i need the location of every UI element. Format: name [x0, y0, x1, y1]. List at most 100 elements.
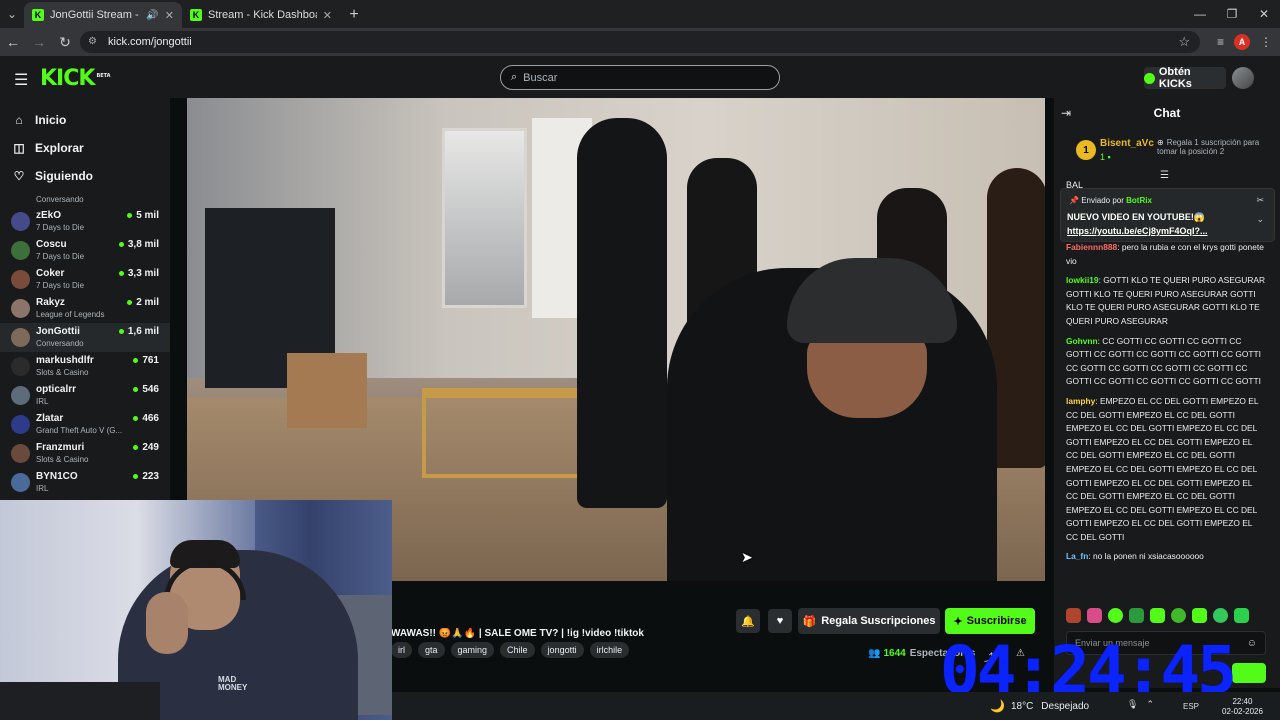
gift-note-text: Regala 1 suscripción para tomar la posic… [1157, 138, 1260, 156]
emote-icon[interactable] [1213, 608, 1228, 623]
chat-username[interactable]: lowkii19 [1066, 275, 1099, 285]
media-control-icon[interactable]: ≡ [1217, 35, 1224, 49]
chat-title: Chat [1153, 106, 1181, 120]
kick-logo[interactable]: KICK BETA [40, 66, 111, 91]
channel-viewers: 1,6 mil [119, 326, 159, 337]
viewers-icon: 👥 [868, 648, 881, 659]
clock-date: 02-02-2026 [1222, 707, 1263, 716]
channel-viewers: 249 [133, 442, 159, 453]
profile-avatar[interactable]: A [1234, 34, 1250, 50]
channel-item[interactable]: zEkO 7 Days to Die 5 mil [0, 207, 170, 236]
minimize-icon[interactable]: — [1184, 0, 1216, 28]
chat-username[interactable]: Gohvnn [1066, 336, 1098, 346]
channel-item[interactable]: BYN1CO IRL 223 [0, 468, 170, 497]
tab-title: Stream - Kick Dashboard [208, 9, 317, 21]
sidebar-item-siguiendo[interactable]: ♡ Siguiendo [0, 163, 170, 189]
emote-icon[interactable] [1150, 608, 1165, 623]
follow-heart-icon[interactable]: ♥ [768, 609, 792, 633]
emote-icon[interactable] [1234, 608, 1249, 623]
channel-item[interactable]: Coker 7 Days to Die 3,3 mil [0, 265, 170, 294]
stream-tag[interactable]: Chile [500, 642, 535, 658]
stream-tag[interactable]: gta [418, 642, 445, 658]
stream-tag[interactable]: gaming [450, 642, 495, 658]
channel-avatar [11, 386, 30, 405]
sidebar-item-explorar[interactable]: ◫ Explorar [0, 135, 170, 161]
chevron-up-icon[interactable]: ⌃ [1146, 699, 1154, 710]
viewer-number: 1644 [883, 648, 906, 659]
language-indicator[interactable]: ESP [1183, 702, 1199, 711]
unpin-icon[interactable]: ✂ [1256, 195, 1264, 206]
emote-icon[interactable] [1192, 608, 1207, 623]
stream-tag[interactable]: irl [391, 642, 412, 658]
channel-item[interactable]: markushdlfr Slots & Casino 761 [0, 352, 170, 381]
video-frame-box [287, 353, 367, 428]
stream-tag[interactable]: irlchile [589, 642, 630, 658]
channel-item-partial[interactable]: Conversando [0, 195, 170, 207]
forward-icon[interactable]: → [26, 28, 52, 56]
expand-leaderboard-icon[interactable]: ☰ [1160, 170, 1169, 181]
menu-icon[interactable]: ☰ [14, 70, 28, 90]
address-bar[interactable]: ⚙ kick.com/jongottii ☆ [80, 31, 1200, 53]
back-icon[interactable]: ← [0, 28, 26, 56]
pinned-link[interactable]: https://youtu.be/eCj8ymF4OqI?... [1067, 226, 1208, 236]
leaderboard-name[interactable]: Bisent_aVc [1100, 138, 1154, 149]
close-tab-icon[interactable]: ✕ [323, 9, 332, 22]
tab-dashboard[interactable]: K Stream - Kick Dashboard ✕ [182, 2, 340, 28]
gift-subs-button[interactable]: 🎁 Regala Suscripciones [798, 608, 940, 634]
pinned-by-prefix: Enviado por [1081, 196, 1124, 205]
close-window-icon[interactable]: ✕ [1248, 0, 1280, 28]
new-tab-button[interactable]: + [340, 2, 368, 28]
search-input[interactable]: ⌕ Buscar [500, 65, 780, 90]
browser-menu-icon[interactable]: ⋮ [1260, 35, 1272, 49]
chat-username[interactable]: lamphy [1066, 396, 1095, 406]
temperature: 18°C [1010, 700, 1034, 712]
system-tray: 🎙 ⌃ [1127, 699, 1154, 710]
sidebar-item-inicio[interactable]: ⌂ Inicio [0, 107, 170, 133]
channel-avatar [11, 241, 30, 260]
chevron-down-icon[interactable]: ⌄ [1256, 214, 1264, 225]
chat-username[interactable]: Fabiennn888 [1066, 242, 1117, 252]
send-chat-button[interactable] [1232, 663, 1266, 683]
channel-viewers: 761 [133, 355, 159, 366]
channel-item[interactable]: Rakyz League of Legends 2 mil [0, 294, 170, 323]
channel-item[interactable]: Coscu 7 Days to Die 3,8 mil [0, 236, 170, 265]
channel-avatar [11, 299, 30, 318]
emote-icon[interactable] [1108, 608, 1123, 623]
browser-tabbar: ⌄ K JonGottii Stream - Watch L 🔊 ✕ K Str… [0, 0, 1280, 28]
system-clock[interactable]: 22:40 02-02-2026 [1222, 697, 1263, 717]
channel-item[interactable]: Franzmuri Slots & Casino 249 [0, 439, 170, 468]
get-kicks-button[interactable]: Obtén KICKs [1144, 66, 1226, 90]
restore-icon[interactable]: ❐ [1216, 0, 1248, 28]
channel-item[interactable]: opticalrr IRL 546 [0, 381, 170, 410]
speaker-icon[interactable]: 🔊 [146, 10, 158, 21]
user-avatar[interactable] [1232, 67, 1254, 89]
os-taskbar: 🌙 18°C Despejado 🎙 ⌃ ESP 22:40 02-02-2026 [392, 692, 1280, 720]
emote-icon[interactable] [1171, 608, 1186, 623]
site-info-icon[interactable]: ⚙ [88, 36, 100, 48]
emote-icon[interactable] [1087, 608, 1102, 623]
emoji-icon[interactable]: ☺ [1247, 638, 1257, 649]
tab-search-icon[interactable]: ⌄ [0, 0, 24, 28]
chat-username[interactable]: La_fn [1066, 551, 1088, 561]
reload-icon[interactable]: ↻ [52, 28, 78, 56]
channel-avatar [11, 357, 30, 376]
subscribe-button[interactable]: ✦ Suscribirse [945, 608, 1035, 634]
channel-item[interactable]: JonGottii Conversando 1,6 mil [0, 323, 170, 352]
channel-item[interactable]: Zlatar Grand Theft Auto V (G... 466 [0, 410, 170, 439]
kicks-label: Obtén KICKs [1158, 66, 1192, 90]
bookmark-star-icon[interactable]: ☆ [1178, 34, 1190, 50]
stream-tag[interactable]: jongotti [540, 642, 584, 658]
video-frame-person [577, 118, 667, 508]
microphone-icon[interactable]: 🎙 [1127, 699, 1138, 710]
tab-jongottii[interactable]: K JonGottii Stream - Watch L 🔊 ✕ [24, 2, 182, 28]
notification-bell-icon[interactable]: 🔔 [736, 609, 760, 633]
gift-note[interactable]: ⊕ Regala 1 suscripción para tomar la posi… [1157, 138, 1275, 156]
channel-name: opticalrr [36, 384, 77, 395]
emote-icon[interactable] [1129, 608, 1144, 623]
stream-title: WAWAS!! 😡🙏🔥 | SALE OME TV? | !ig !video … [391, 628, 644, 639]
kicks-coin-icon [1144, 72, 1155, 84]
close-tab-icon[interactable]: ✕ [165, 9, 174, 22]
emote-icon[interactable] [1066, 608, 1081, 623]
leaderboard-count: 1 ▪ [1100, 152, 1111, 162]
weather-widget[interactable]: 🌙 18°C Despejado [990, 699, 1089, 713]
